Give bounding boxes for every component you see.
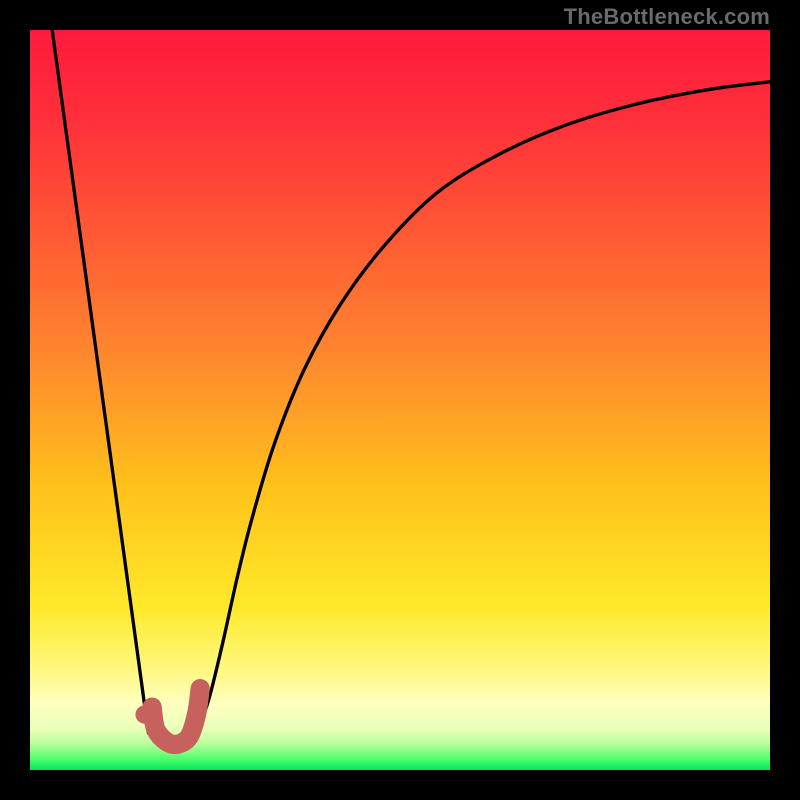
- chart-frame: TheBottleneck.com: [0, 0, 800, 800]
- curve-right-branch: [193, 82, 770, 741]
- plot-area: [30, 30, 770, 770]
- j-marker-dot: [135, 705, 154, 724]
- curves-layer: [30, 30, 770, 770]
- curve-left-branch: [52, 30, 148, 733]
- j-marker-hook: [152, 689, 200, 745]
- watermark-text: TheBottleneck.com: [564, 4, 770, 30]
